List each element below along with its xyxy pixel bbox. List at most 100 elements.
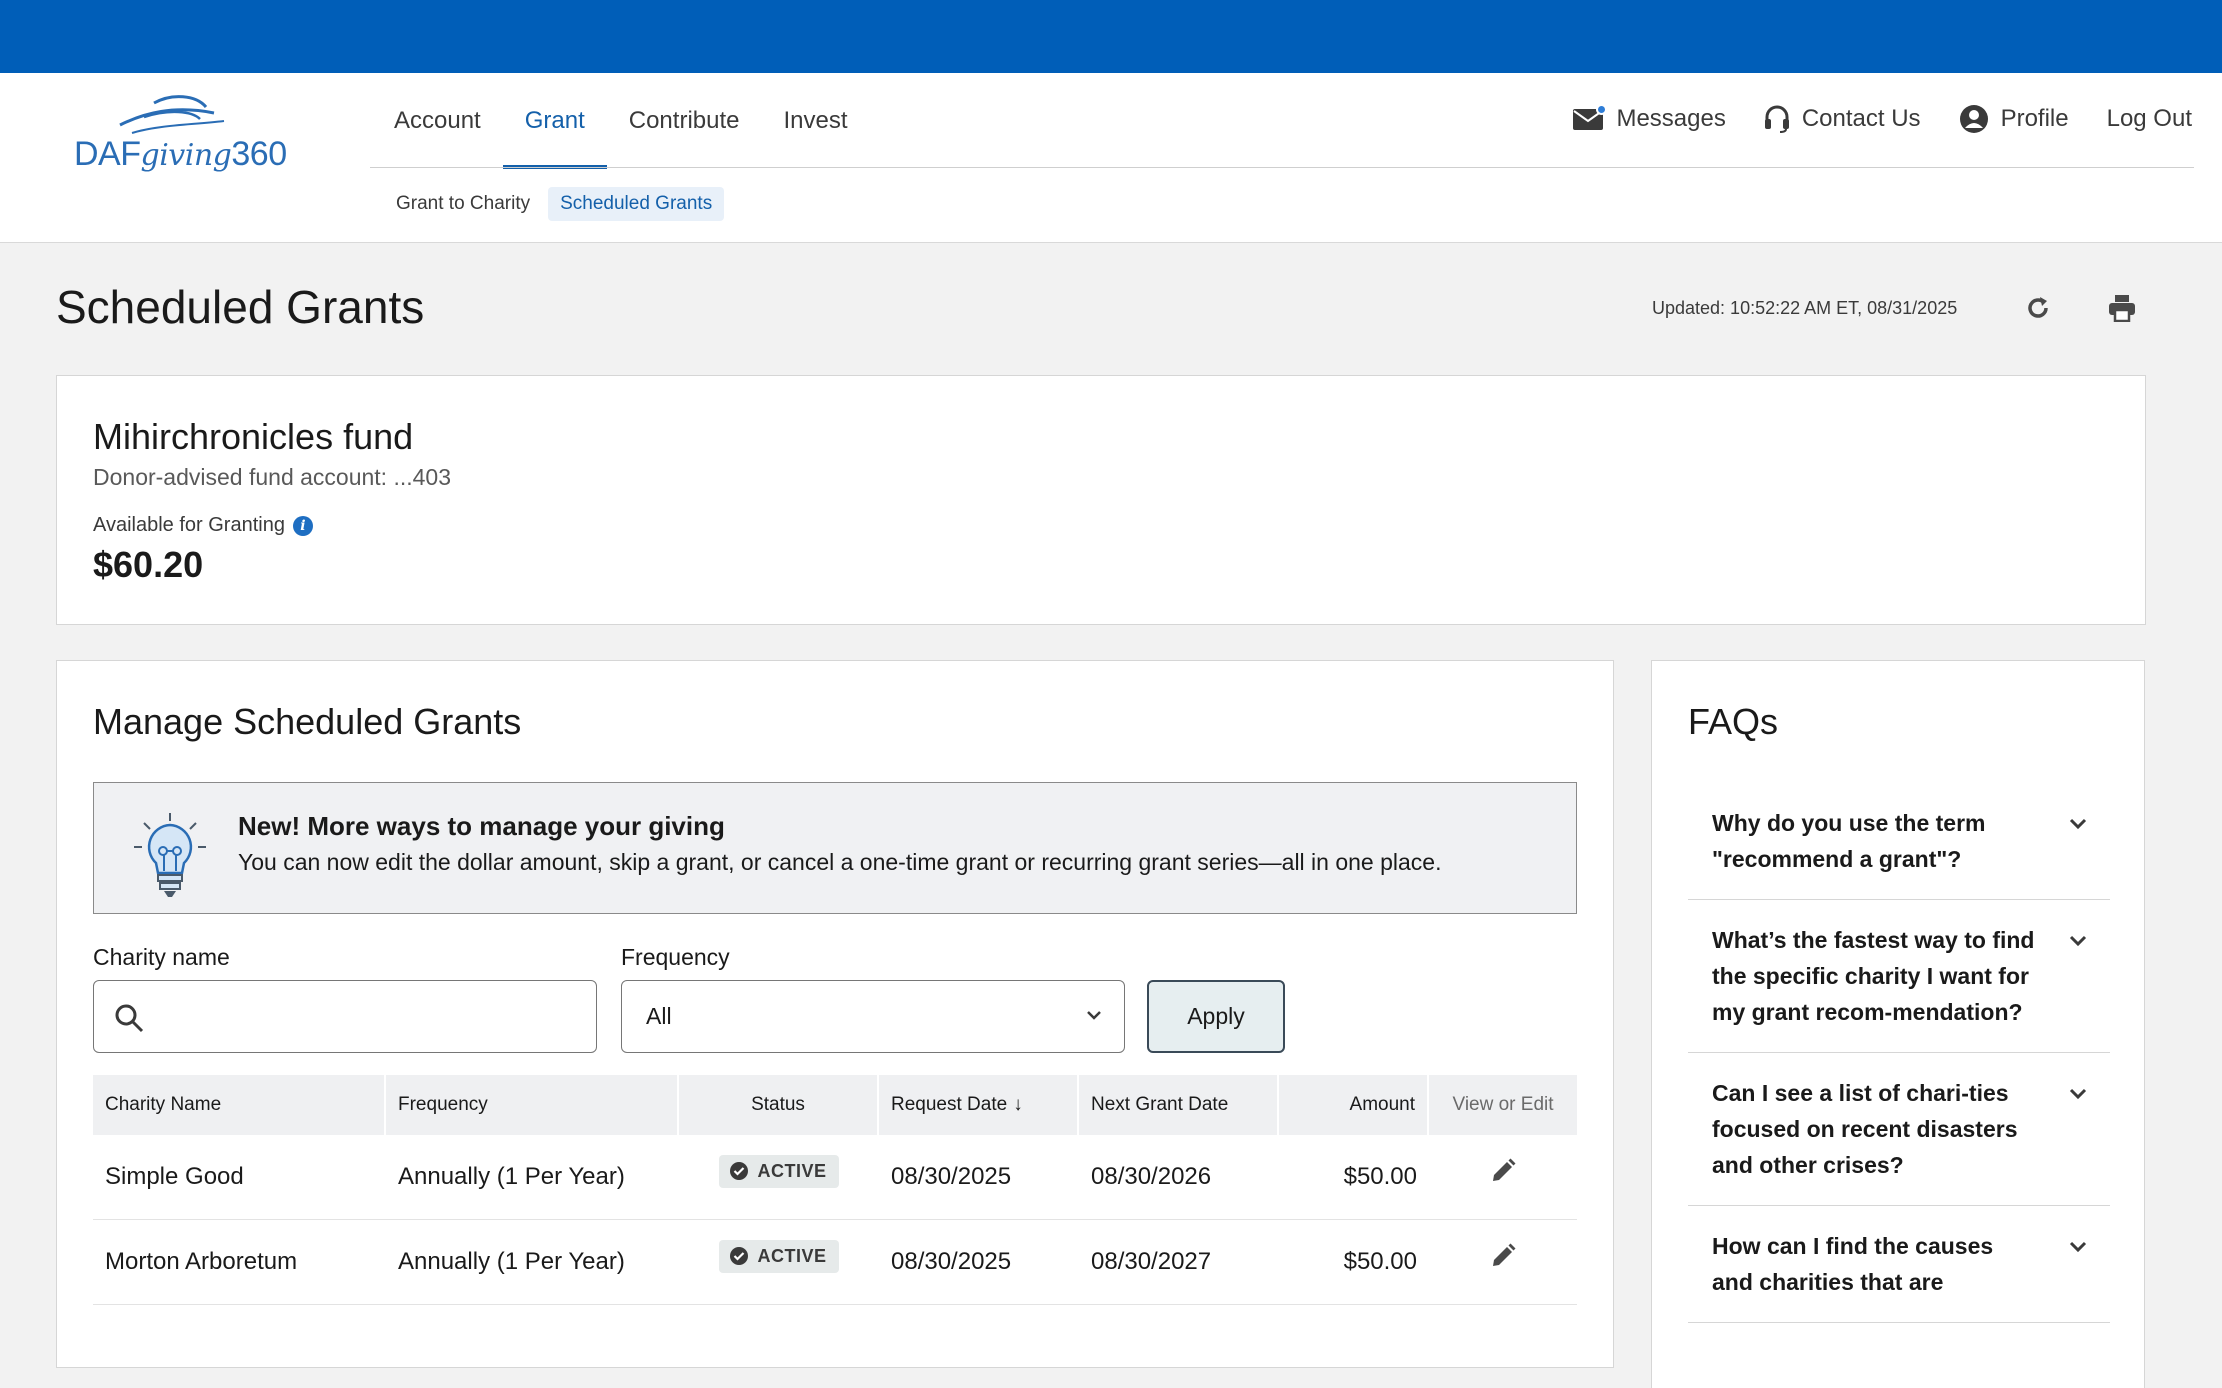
promo-body: You can now edit the dollar amount, skip… — [238, 849, 1442, 875]
page-title: Scheduled Grants — [56, 281, 425, 333]
cell-status: ACTIVE — [679, 1220, 879, 1304]
info-icon[interactable]: i — [292, 515, 313, 536]
col-view-or-edit: View or Edit — [1452, 1094, 1554, 1115]
col-charity-name[interactable]: Charity Name — [93, 1075, 386, 1135]
faq-item[interactable]: Why do you use the term "recommend a gra… — [1688, 783, 2110, 900]
messages-link[interactable]: Messages — [1572, 104, 1726, 133]
logo-text: DAFgiving360 — [74, 135, 287, 173]
refresh-icon — [2028, 297, 2048, 318]
cell-next-date: 08/30/2026 — [1091, 1163, 1212, 1190]
col-amount[interactable]: Amount — [1279, 1075, 1429, 1135]
messages-label: Messages — [1616, 105, 1726, 132]
available-label-text: Available for Granting — [93, 514, 285, 536]
cell-frequency: Annually (1 Per Year) — [398, 1163, 625, 1190]
cell-amount: $50.00 — [1343, 1163, 1417, 1190]
available-amount: $60.20 — [93, 544, 204, 585]
daf-giving-logo[interactable]: DAFgiving360 — [74, 83, 287, 183]
logout-link[interactable]: Log Out — [2107, 105, 2192, 133]
print-button[interactable] — [2102, 288, 2142, 328]
col-status[interactable]: Status — [679, 1075, 879, 1135]
check-circle-icon — [729, 1246, 749, 1266]
apply-button[interactable]: Apply — [1147, 980, 1285, 1053]
cell-charity: Morton Arboretum — [105, 1248, 298, 1275]
headset-icon — [1764, 105, 1790, 133]
charity-search-input[interactable] — [158, 993, 578, 1041]
frequency-label: Frequency — [621, 944, 730, 970]
subnav-scheduled-grants[interactable]: Scheduled Grants — [548, 187, 725, 221]
nav-account[interactable]: Account — [372, 73, 503, 168]
refresh-button[interactable] — [2018, 288, 2058, 328]
table-header: Charity Name Frequency Status Request Da… — [93, 1075, 1577, 1135]
manage-title: Manage Scheduled Grants — [93, 701, 522, 742]
cell-request-date: 08/30/2025 — [891, 1163, 1012, 1190]
faq-question: What’s the fastest way to find the speci… — [1712, 927, 2035, 1025]
fund-summary-card: Mihirchronicles fund Donor-advised fund … — [56, 375, 2146, 625]
fund-name: Mihirchronicles fund — [93, 416, 414, 457]
table-row: Simple Good Annually (1 Per Year) ACTIVE… — [93, 1135, 1577, 1220]
top-brand-bar — [0, 0, 2222, 73]
updated-timestamp: Updated: 10:52:22 AM ET, 08/31/2025 — [1652, 298, 1958, 318]
manage-grants-card: Manage Scheduled Grants New! More ways t… — [56, 660, 1614, 1368]
cell-edit — [1429, 1220, 1577, 1304]
edit-pencil-icon[interactable] — [1489, 1157, 1517, 1185]
printer-icon — [2109, 295, 2135, 322]
scheduled-grants-table: Charity Name Frequency Status Request Da… — [93, 1075, 1577, 1305]
main-nav: Account Grant Contribute Invest — [372, 73, 870, 169]
search-icon — [115, 1004, 144, 1033]
faq-card: FAQs Why do you use the term "recommend … — [1651, 660, 2145, 1388]
table-row: Morton Arboretum Annually (1 Per Year) A… — [93, 1220, 1577, 1305]
col-request-date[interactable]: Request Date ↓ — [879, 1075, 1079, 1135]
fund-account-number: Donor-advised fund account: ...403 — [93, 464, 452, 490]
chevron-down-icon — [1087, 1011, 1101, 1020]
faq-question: Can I see a list of chari-ties focused o… — [1712, 1080, 2018, 1178]
utility-nav: Messages Contact Us Profile Log Out — [1534, 97, 2192, 141]
faq-title: FAQs — [1688, 701, 1779, 742]
faq-list: Why do you use the term "recommend a gra… — [1688, 783, 2110, 1323]
available-label: Available for Granting i — [93, 514, 313, 537]
status-text: ACTIVE — [757, 1160, 827, 1181]
cell-charity: Simple Good — [105, 1163, 244, 1190]
cell-edit — [1429, 1135, 1577, 1219]
status-badge: ACTIVE — [719, 1154, 839, 1188]
sort-descending-icon: ↓ — [1013, 1094, 1023, 1115]
chevron-down-icon — [2069, 1241, 2087, 1253]
profile-label: Profile — [2000, 105, 2069, 132]
promo-heading: New! More ways to manage your giving — [238, 811, 725, 841]
col-frequency[interactable]: Frequency — [386, 1075, 679, 1135]
faq-item[interactable]: Can I see a list of chari-ties focused o… — [1688, 1053, 2110, 1206]
lightbulb-icon — [134, 813, 206, 897]
cell-status: ACTIVE — [679, 1135, 879, 1219]
cell-frequency: Annually (1 Per Year) — [398, 1248, 625, 1275]
unread-dot — [1596, 104, 1608, 115]
charity-search-field[interactable] — [93, 980, 597, 1053]
col-next-grant-date[interactable]: Next Grant Date — [1079, 1075, 1279, 1135]
cell-amount: $50.00 — [1343, 1248, 1417, 1275]
contact-label: Contact Us — [1801, 105, 1921, 132]
faq-question: Why do you use the term "recommend a gra… — [1712, 810, 1986, 872]
nav-divider — [370, 167, 2194, 168]
faq-item[interactable]: What’s the fastest way to find the speci… — [1688, 900, 2110, 1053]
envelope-icon — [1572, 104, 1608, 131]
profile-link[interactable]: Profile — [1959, 104, 2069, 134]
chevron-down-icon — [2069, 818, 2087, 830]
check-circle-icon — [729, 1161, 749, 1181]
nav-invest[interactable]: Invest — [761, 73, 869, 168]
request-date-label: Request Date — [891, 1094, 1008, 1115]
cell-request-date: 08/30/2025 — [891, 1248, 1012, 1275]
nav-grant[interactable]: Grant — [502, 73, 607, 169]
faq-item[interactable]: How can I find the causes and charities … — [1688, 1206, 2110, 1323]
edit-pencil-icon[interactable] — [1489, 1242, 1517, 1270]
wave-logo-icon — [119, 95, 225, 134]
sub-nav: Grant to Charity Scheduled Grants — [384, 187, 730, 221]
charity-name-label: Charity name — [93, 944, 230, 970]
frequency-selected-value: All — [646, 1003, 672, 1029]
site-header: DAFgiving360 Account Grant Contribute In… — [0, 73, 2222, 243]
promo-banner: New! More ways to manage your giving You… — [93, 782, 1577, 914]
contact-us-link[interactable]: Contact Us — [1764, 105, 1921, 133]
status-text: ACTIVE — [757, 1245, 827, 1266]
status-badge: ACTIVE — [719, 1239, 839, 1273]
chevron-down-icon — [2069, 1088, 2087, 1100]
subnav-grant-to-charity[interactable]: Grant to Charity — [384, 187, 542, 221]
nav-contribute[interactable]: Contribute — [607, 73, 762, 168]
frequency-select[interactable]: All — [621, 980, 1125, 1053]
